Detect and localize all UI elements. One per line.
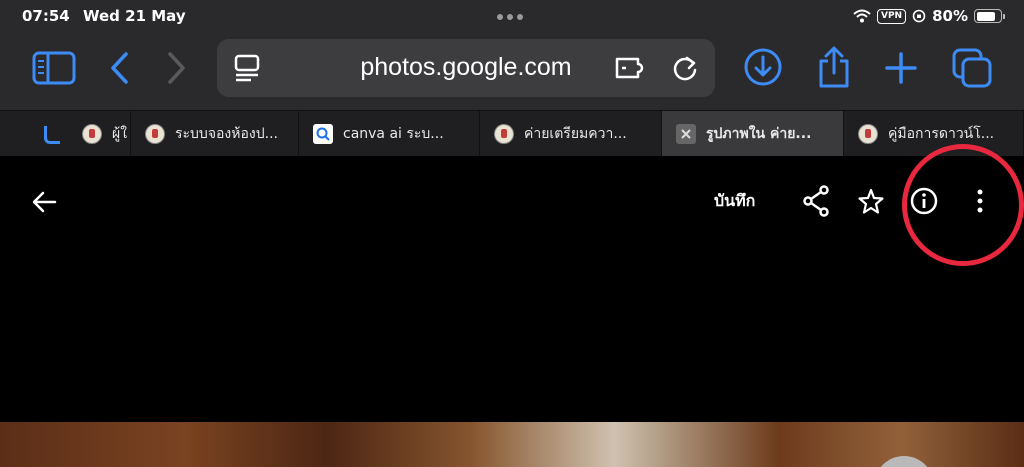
status-indicators: VPN 80% xyxy=(853,7,1005,25)
partial-app-icon xyxy=(44,126,60,144)
extension-icon[interactable] xyxy=(613,52,651,84)
photo-image xyxy=(0,422,1024,467)
battery-fill xyxy=(976,11,995,21)
share-icon[interactable] xyxy=(798,182,834,220)
forward-icon[interactable] xyxy=(162,48,192,88)
download-icon[interactable] xyxy=(742,46,784,88)
tabs-overview-icon[interactable] xyxy=(950,46,994,90)
tab-title: ผู้ใ xyxy=(112,126,128,142)
status-date: Wed 21 May xyxy=(83,7,186,25)
orientation-lock-icon xyxy=(912,9,926,23)
school-logo-icon xyxy=(858,124,878,144)
tab-item[interactable]: canva ai ระบ... xyxy=(299,111,480,157)
tab-title: canva ai ระบ... xyxy=(343,126,444,142)
status-time: 07:54 xyxy=(22,7,70,25)
tab-item[interactable]: ผู้ใ xyxy=(0,111,131,157)
save-button[interactable]: บันทึก xyxy=(714,189,755,214)
school-logo-icon xyxy=(494,124,514,144)
photo-viewer: บันทึก xyxy=(0,144,1024,467)
back-icon[interactable] xyxy=(104,48,134,88)
battery-percent: 80% xyxy=(932,7,968,25)
tab-item[interactable]: ระบบจองห้องป... xyxy=(131,111,299,157)
tab-title: คู่มือการดาวน์โ... xyxy=(888,126,995,142)
school-logo-icon xyxy=(145,124,165,144)
wifi-icon xyxy=(853,9,871,23)
reload-icon[interactable] xyxy=(669,52,701,84)
tab-item-active[interactable]: รูปภาพใน ค่าย... xyxy=(662,111,844,157)
tab-title: ระบบจองห้องป... xyxy=(175,126,278,142)
browser-toolbar: photos.google.com xyxy=(0,34,1024,110)
share-icon[interactable] xyxy=(814,44,854,90)
back-arrow-icon[interactable] xyxy=(26,184,62,220)
school-logo-icon xyxy=(82,124,102,144)
multitasking-dots-icon[interactable] xyxy=(497,14,523,20)
star-icon[interactable] xyxy=(853,183,889,219)
address-bar[interactable]: photos.google.com xyxy=(217,39,715,97)
tab-bar: ผู้ใ ระบบจองห้องป... canva ai ระบ... ค่า… xyxy=(0,110,1024,157)
close-icon[interactable] xyxy=(676,124,696,144)
sidebar-icon[interactable] xyxy=(31,48,77,88)
tab-item[interactable]: ค่ายเตรียมควา... xyxy=(480,111,662,157)
status-bar: 07:54 Wed 21 May VPN 80% xyxy=(0,0,1024,34)
highlight-circle-annotation xyxy=(902,144,1024,266)
new-tab-icon[interactable] xyxy=(882,48,920,88)
battery-icon xyxy=(974,9,1005,23)
search-icon xyxy=(313,124,333,144)
browser-chrome: 07:54 Wed 21 May VPN 80% photos.google.c… xyxy=(0,0,1024,157)
tab-title: รูปภาพใน ค่าย... xyxy=(706,126,812,142)
vpn-badge: VPN xyxy=(877,8,907,24)
tab-title: ค่ายเตรียมควา... xyxy=(524,126,627,142)
